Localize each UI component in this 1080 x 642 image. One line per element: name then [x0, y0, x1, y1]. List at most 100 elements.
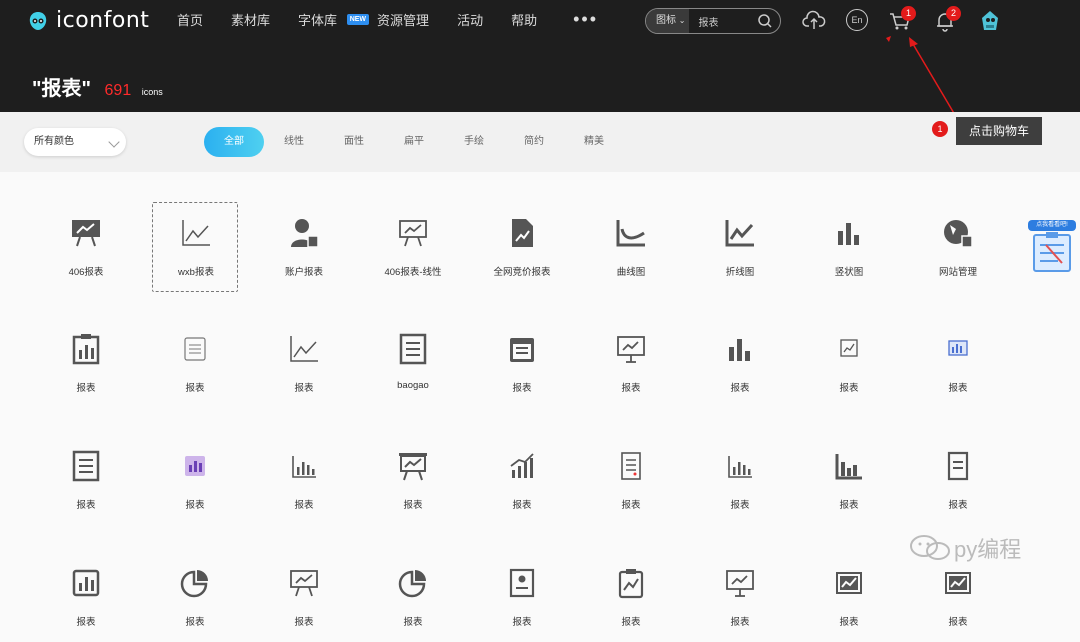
watermark-text: py编程 — [954, 537, 1022, 562]
icon-card[interactable]: 报表 — [479, 318, 565, 408]
icon-card[interactable]: 报表 — [806, 552, 892, 642]
icon-card[interactable]: 报表 — [43, 552, 129, 642]
icon-label: 报表 — [512, 383, 532, 394]
icon-label: 报表 — [185, 383, 205, 394]
axis-bar-icon — [728, 456, 752, 478]
icon-card[interactable]: 报表 — [806, 435, 892, 525]
calendar-list-icon — [510, 338, 534, 362]
tab-filled[interactable]: 面性 — [324, 127, 384, 157]
icon-card[interactable]: 报表 — [261, 552, 347, 642]
icon-card[interactable]: 竖状图 — [806, 202, 892, 292]
icon-label: 网站管理 — [938, 267, 977, 278]
search-type-select[interactable]: 图标 ⌄ — [646, 9, 690, 33]
upload-cloud-icon[interactable] — [802, 9, 826, 31]
icon-label: 报表 — [76, 617, 96, 628]
iconfont-logo-icon — [29, 11, 47, 30]
easel-chart-icon — [399, 453, 427, 481]
icon-card[interactable]: 报表 — [261, 318, 347, 408]
icon-card[interactable]: 报表 — [588, 318, 674, 408]
avatar[interactable] — [978, 8, 1002, 34]
icon-card[interactable]: 折线图 — [697, 202, 783, 292]
tab-exquisite[interactable]: 精美 — [564, 127, 624, 157]
icon-card[interactable]: 报表 — [806, 318, 892, 408]
tab-handdrawn[interactable]: 手绘 — [444, 127, 504, 157]
image-chart-icon — [836, 572, 862, 594]
icon-card[interactable]: 报表 — [588, 435, 674, 525]
document-corner-icon — [947, 451, 969, 481]
feedback-card[interactable]: 点我看看吧! — [1028, 220, 1076, 276]
color-select-label: 所有颜色 — [34, 136, 74, 147]
icon-card[interactable]: 406报表-线性 — [370, 202, 456, 292]
id-card-icon — [509, 568, 535, 598]
icon-card[interactable]: 报表 — [43, 318, 129, 408]
icon-card[interactable]: 报表 — [43, 435, 129, 525]
frame-bar-chart-icon — [72, 569, 100, 597]
icon-card[interactable]: 报表 — [915, 552, 1001, 642]
icon-card[interactable]: 报表 — [261, 435, 347, 525]
tab-all[interactable]: 全部 — [204, 127, 264, 157]
globe-report-icon — [944, 220, 973, 248]
icon-card[interactable]: 报表 — [915, 318, 1001, 408]
purple-bar-chart-icon — [185, 456, 205, 476]
tab-linear[interactable]: 线性 — [264, 127, 324, 157]
icon-card[interactable]: 报表 — [370, 435, 456, 525]
top-bar: iconfont 首页 素材库 字体库 NEW 资源管理 活动 帮助 ••• 图… — [0, 0, 1080, 112]
icon-card[interactable]: 报表 — [152, 552, 238, 642]
color-select[interactable]: 所有颜色 — [24, 128, 126, 156]
icon-card[interactable]: 报表 — [697, 435, 783, 525]
icon-card[interactable]: 曲线图 — [588, 202, 674, 292]
icon-label: 406报表 — [68, 267, 104, 278]
bar-chart-icon — [838, 223, 859, 245]
icon-card[interactable]: 报表 — [152, 318, 238, 408]
icon-label: baogao — [397, 380, 429, 391]
chevron-down-icon: ⌄ — [678, 16, 686, 25]
checklist-icon — [621, 452, 641, 480]
icon-card[interactable]: baogao — [370, 318, 456, 408]
nav-resources[interactable]: 资源管理 — [377, 12, 429, 30]
more-icon[interactable]: ••• — [573, 10, 598, 30]
logo[interactable]: iconfont — [26, 8, 149, 33]
icon-label: 报表 — [730, 500, 750, 511]
search-icon[interactable] — [757, 13, 773, 29]
icon-label: 折线图 — [725, 267, 755, 278]
icon-card[interactable]: 报表 — [370, 552, 456, 642]
icon-card[interactable]: 报表 — [479, 435, 565, 525]
icon-card[interactable]: 报表 — [697, 318, 783, 408]
nav-help[interactable]: 帮助 — [511, 12, 537, 30]
tab-simple[interactable]: 简约 — [504, 127, 564, 157]
cart-badge: 1 — [901, 6, 916, 21]
clipboard-bars-icon — [72, 334, 100, 365]
tab-flat[interactable]: 扁平 — [384, 127, 444, 157]
wechat-icon — [910, 535, 950, 560]
icon-card[interactable]: 账户报表 — [261, 202, 347, 292]
icon-label: 报表 — [185, 617, 205, 628]
nav-home[interactable]: 首页 — [177, 12, 203, 30]
icon-card[interactable]: 全网竞价报表 — [479, 202, 565, 292]
icon-label: 报表 — [76, 500, 96, 511]
icon-label: 报表 — [839, 617, 859, 628]
search-input[interactable]: 报表 — [698, 14, 757, 29]
language-toggle[interactable]: En — [846, 9, 868, 31]
icon-card[interactable]: 报表 — [915, 435, 1001, 525]
nav-materials[interactable]: 素材库 — [231, 12, 270, 30]
icon-label: 报表 — [403, 500, 423, 511]
nav-events[interactable]: 活动 — [457, 12, 483, 30]
icon-card[interactable]: 406报表 — [43, 202, 129, 292]
search-box[interactable]: 图标 ⌄ 报表 — [645, 8, 781, 34]
icon-card[interactable]: 报表 — [697, 552, 783, 642]
nav-fonts[interactable]: 字体库 NEW — [298, 12, 370, 30]
clipboard-chart-icon — [618, 569, 644, 599]
monitor-chart-icon — [726, 570, 754, 597]
icon-card[interactable]: 报表 — [479, 552, 565, 642]
icon-card[interactable]: 报表 — [152, 435, 238, 525]
icon-label: 报表 — [185, 500, 205, 511]
monitor-chart-icon — [617, 336, 645, 363]
axis-bar-bold-icon — [835, 454, 862, 480]
document-lines-icon — [72, 450, 100, 482]
document-lines-icon — [399, 333, 427, 365]
icon-card[interactable]: 报表 — [588, 552, 674, 642]
search-type-label: 图标 — [656, 15, 676, 26]
icon-card[interactable]: wxb报表 — [152, 202, 238, 292]
icon-card[interactable]: 网站管理 — [915, 202, 1001, 292]
main-nav: 首页 素材库 字体库 NEW 资源管理 活动 帮助 ••• — [177, 10, 598, 30]
